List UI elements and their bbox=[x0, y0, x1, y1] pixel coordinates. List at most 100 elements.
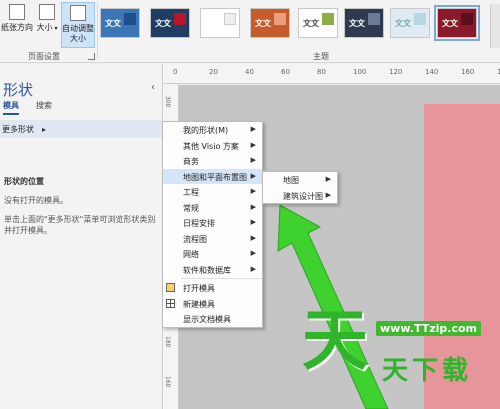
theme-sample-text: 文文 bbox=[105, 19, 121, 28]
theme-sample-text: 文文 bbox=[442, 19, 458, 28]
menu-item-label: 其他 Visio 方案 bbox=[183, 141, 239, 151]
menu-item-maps-floor-plans[interactable]: 地图和平面布置图 ▶ bbox=[163, 168, 262, 184]
menu-item-business[interactable]: 商务 ▶ bbox=[163, 153, 262, 169]
size-button[interactable]: 大小 ▾ bbox=[36, 2, 58, 48]
collapse-icon[interactable]: ‹ bbox=[151, 82, 155, 93]
chevron-right-icon: ▶ bbox=[250, 156, 256, 164]
theme-sample-text: 文文 bbox=[155, 19, 171, 28]
ruler-tick-label: 180 bbox=[164, 336, 171, 348]
menu-item-engineering[interactable]: 工程 ▶ bbox=[163, 184, 262, 200]
orientation-button[interactable]: 纸张方向 bbox=[0, 2, 34, 48]
theme-option-selected[interactable]: 文文 bbox=[434, 5, 480, 41]
chevron-right-icon: ▶ bbox=[250, 202, 256, 211]
theme-option[interactable]: 文文 bbox=[250, 8, 290, 38]
menu-item-software-database[interactable]: 软件和数据库 ▶ bbox=[163, 262, 262, 278]
menu-item-network[interactable]: 网络 ▶ bbox=[163, 246, 262, 262]
chevron-right-icon: ▶ bbox=[250, 125, 256, 133]
more-shapes-button[interactable]: 更多形状 ▸ bbox=[0, 120, 163, 138]
auto-size-label: 自动调整 bbox=[62, 24, 94, 33]
open-stencil-icon bbox=[166, 283, 175, 292]
menu-item-my-shapes[interactable]: 我的形状(M) ▶ bbox=[163, 122, 262, 138]
menu-item-label: 软件和数据库 bbox=[183, 265, 231, 275]
menu-item-general[interactable]: 常规 ▶ bbox=[163, 200, 262, 216]
menu-item-show-document-stencil[interactable]: 显示文档模具 bbox=[163, 311, 262, 327]
menu-separator bbox=[181, 278, 262, 279]
ruler-tick-label: 0 bbox=[173, 68, 178, 76]
ruler-tick-label: 300 bbox=[164, 96, 171, 108]
orientation-icon bbox=[9, 4, 25, 20]
chevron-right-icon: ▸ bbox=[42, 125, 47, 134]
ruler-tick-label: 20 bbox=[209, 68, 218, 76]
theme-option[interactable]: 文文 bbox=[150, 8, 190, 38]
size-icon bbox=[39, 4, 55, 20]
chevron-right-icon: ▶ bbox=[250, 218, 256, 226]
auto-size-sublabel: 大小 bbox=[70, 34, 86, 43]
menu-item-label: 显示文档模具 bbox=[183, 315, 231, 324]
theme-swatch bbox=[174, 13, 186, 25]
ribbon-separator bbox=[97, 3, 98, 59]
new-stencil-icon bbox=[166, 298, 175, 308]
submenu-item-maps[interactable]: 地图 ▶ bbox=[263, 172, 337, 188]
stencil-location-heading: 形状的位置 bbox=[4, 177, 44, 186]
menu-item-schedule[interactable]: 日程安排 ▶ bbox=[163, 215, 262, 231]
chevron-right-icon: ▶ bbox=[325, 190, 331, 199]
menu-item-label: 地图 bbox=[283, 176, 299, 185]
more-shapes-label: 更多形状 bbox=[2, 125, 34, 134]
theme-sample-text: 文文 bbox=[303, 19, 319, 28]
submenu-item-architecture[interactable]: 建筑设计图 ▶ bbox=[263, 188, 337, 204]
theme-option[interactable]: 文文 bbox=[344, 8, 384, 38]
theme-swatch bbox=[124, 13, 136, 25]
chevron-right-icon: ▶ bbox=[250, 233, 256, 242]
menu-item-label: 新建模具 bbox=[183, 299, 215, 309]
pane-title: 形状 bbox=[3, 81, 34, 99]
ruler-tick-label: 160 bbox=[164, 376, 171, 388]
menu-item-label: 日程安排 bbox=[183, 219, 215, 228]
orientation-label: 纸张方向 bbox=[1, 23, 33, 32]
theme-option[interactable]: 文文 bbox=[390, 8, 430, 38]
size-label: 大小 bbox=[36, 23, 53, 32]
theme-option[interactable]: 文文 bbox=[100, 8, 140, 38]
hint-text: 单击上面的"更多形状"菜单可浏览形状类别并打开模具。 bbox=[4, 215, 156, 235]
chevron-right-icon: ▶ bbox=[250, 140, 256, 149]
menu-item-flowchart[interactable]: 流程图 ▶ bbox=[163, 231, 262, 247]
menu-item-visio-solutions[interactable]: 其他 Visio 方案 ▶ bbox=[163, 138, 262, 154]
theme-option[interactable] bbox=[200, 8, 240, 38]
ruler-tick-label: 60 bbox=[281, 68, 290, 76]
theme-swatch bbox=[461, 13, 473, 25]
theme-sample-text: 文文 bbox=[349, 19, 365, 28]
no-stencils-text: 没有打开的模具。 bbox=[4, 196, 68, 205]
theme-swatch bbox=[224, 13, 236, 25]
ruler-tick-label: 160 bbox=[461, 68, 475, 76]
watermark-logo: 天 bbox=[302, 302, 368, 379]
group-label-page-setup: 页面设置 bbox=[28, 52, 60, 61]
menu-item-label: 工程 bbox=[183, 188, 199, 197]
tab-stencils[interactable]: 模具 bbox=[3, 100, 19, 115]
menu-item-label: 我的形状(M) bbox=[183, 126, 229, 135]
dialog-launcher-icon[interactable] bbox=[88, 53, 95, 60]
menu-item-label: 常规 bbox=[183, 203, 199, 213]
ruler-tick-label: 120 bbox=[389, 68, 403, 76]
menu-item-label: 打开模具 bbox=[183, 284, 215, 293]
ruler-tick-label: 40 bbox=[245, 68, 254, 76]
menu-item-label: 建筑设计图 bbox=[283, 191, 323, 201]
gallery-scroll[interactable] bbox=[490, 4, 500, 48]
chevron-right-icon: ▶ bbox=[250, 249, 256, 257]
dropdown-icon: ▾ bbox=[52, 25, 58, 32]
theme-swatch bbox=[274, 13, 286, 25]
ruler-tick-label: 80 bbox=[317, 68, 326, 76]
theme-sample-text: 文文 bbox=[395, 19, 411, 28]
tab-search[interactable]: 搜索 bbox=[36, 100, 52, 111]
chevron-right-icon: ▶ bbox=[250, 264, 256, 273]
watermark-url: www.TTzip.com bbox=[376, 321, 481, 336]
theme-option[interactable]: 文文 bbox=[298, 8, 338, 38]
menu-item-label: 地图和平面布置图 bbox=[183, 172, 247, 182]
more-shapes-menu: 我的形状(M) ▶ 其他 Visio 方案 ▶ 商务 ▶ 地图和平面布置图 ▶ 工程 ▶ … bbox=[162, 121, 263, 328]
ruler-tick-label: 140 bbox=[425, 68, 439, 76]
theme-sample-text: 文文 bbox=[255, 19, 271, 28]
ribbon: 纸张方向 大小 ▾ 自动调整 大小 页面设置 文文 文文 文文 文文 文文 文文… bbox=[0, 0, 500, 63]
watermark-text: 天下载 bbox=[382, 356, 473, 386]
chevron-right-icon: ▶ bbox=[325, 175, 331, 183]
menu-item-open-stencil[interactable]: 打开模具 bbox=[163, 280, 262, 296]
auto-size-button[interactable]: 自动调整 大小 bbox=[61, 2, 95, 48]
menu-item-new-stencil[interactable]: 新建模具 bbox=[163, 296, 262, 312]
